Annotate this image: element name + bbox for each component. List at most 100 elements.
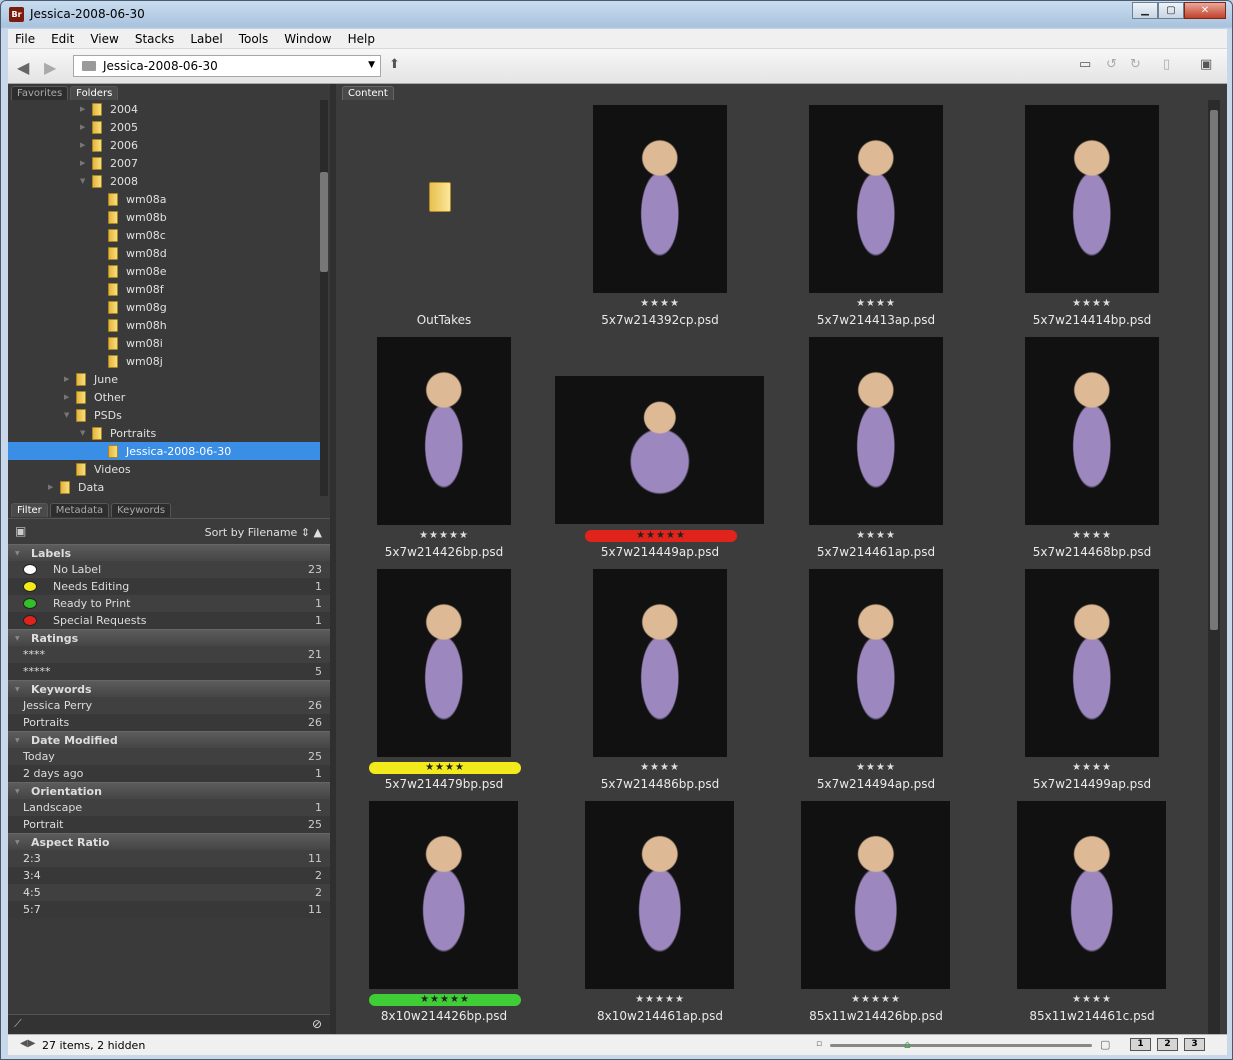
rating-stars[interactable]: ★★★★★ [768,994,984,1005]
filter-row[interactable]: Ready to Print 1 [8,595,330,612]
filter-row[interactable]: Needs Editing 1 [8,578,330,595]
zoom-in-icon[interactable]: ▢ [1100,1038,1110,1051]
filter-row[interactable]: 2:3 11 [8,850,330,867]
thumbnail-filename[interactable]: 8x10w214461ap.psd [552,1009,768,1023]
folder-jessica-2008-06-30[interactable]: Jessica-2008-06-30 [8,442,320,460]
thumbnail-filename[interactable]: 5x7w214499ap.psd [984,777,1200,791]
filter-row[interactable]: 4:5 2 [8,884,330,901]
folder-wm08h[interactable]: wm08h [96,316,167,334]
rating-stars[interactable]: ★★★★ [768,530,984,541]
rating-stars[interactable]: ★★★★ [369,762,521,774]
image-thumbnail[interactable]: ★★★★ 5x7w214499ap.psd [984,568,1200,800]
rating-stars[interactable]: ★★★★★ [336,530,552,541]
filter-category-aspect-ratio[interactable]: Aspect Ratio [8,833,330,851]
folder-psds[interactable]: ▼ PSDs [64,406,122,424]
filter-row[interactable]: 2 days ago 1 [8,765,330,782]
thumbnail-filename[interactable]: 5x7w214479bp.psd [336,777,552,791]
dropdown-icon[interactable]: ▼ [368,60,375,70]
thumbnail-filename[interactable]: 5x7w214468bp.psd [984,545,1200,559]
image-thumbnail[interactable]: ★★★★ 85x11w214461c.psd [984,800,1200,1032]
expand-arrow-icon[interactable]: ▼ [80,429,92,437]
rating-stars[interactable]: ★★★★ [768,298,984,309]
image-thumbnail[interactable]: ★★★★ 5x7w214413ap.psd [768,104,984,336]
filter-category-orientation[interactable]: Orientation [8,782,330,800]
filter-row[interactable]: Portraits 26 [8,714,330,731]
filter-category-keywords[interactable]: Keywords [8,680,330,698]
folder-wm08c[interactable]: wm08c [96,226,166,244]
folder-wm08g[interactable]: wm08g [96,298,167,316]
tab-filter[interactable]: Filter [11,503,48,517]
folder-2006[interactable]: ▶ 2006 [80,136,138,154]
thumbnail-filename[interactable]: 5x7w214414bp.psd [984,313,1200,327]
filter-row[interactable]: Landscape 1 [8,799,330,816]
menu-help[interactable]: Help [348,32,375,46]
expand-arrow-icon[interactable]: ▶ [80,159,92,167]
image-thumbnail[interactable]: ★★★★★ 8x10w214461ap.psd [552,800,768,1032]
folder-wm08i[interactable]: wm08i [96,334,163,352]
slider-handle[interactable]: ⌂ [904,1038,911,1051]
rating-stars[interactable]: ★★★★★ [369,994,521,1006]
tab-keywords[interactable]: Keywords [111,503,172,517]
filter-row[interactable]: 5:7 11 [8,901,330,918]
rating-stars[interactable]: ★★★★ [552,762,768,773]
image-thumbnail[interactable]: ★★★★ 5x7w214392cp.psd [552,104,768,336]
folder-scroll-thumb[interactable] [320,172,328,272]
folder-wm08b[interactable]: wm08b [96,208,167,226]
rating-stars[interactable]: ★★★★ [984,994,1200,1005]
filter-icon[interactable]: ▣ [15,524,26,538]
filter-row[interactable]: 3:4 2 [8,867,330,884]
expand-arrow-icon[interactable]: ▼ [64,411,76,419]
filter-category-labels[interactable]: Labels [8,544,330,562]
tab-favorites[interactable]: Favorites [11,86,69,100]
menu-file[interactable]: File [15,32,35,46]
filter-row[interactable]: No Label 23 [8,561,330,578]
zoom-out-icon[interactable]: ▫ [816,1039,822,1049]
expand-arrow-icon[interactable]: ▶ [80,105,92,113]
folder-other[interactable]: ▶ Other [64,388,125,406]
menu-stacks[interactable]: Stacks [135,32,174,46]
filter-row[interactable]: **** 21 [8,646,330,663]
panel-toggle-icon[interactable]: ◀▶ [20,1038,35,1049]
rating-stars[interactable]: ★★★★★ [552,994,768,1005]
new-folder-icon[interactable]: ▭ [1079,57,1091,72]
folder-thumbnail[interactable]: OutTakes [336,104,552,336]
thumbnail-filename[interactable]: 5x7w214426bp.psd [336,545,552,559]
up-folder-icon[interactable]: ⬆ [389,57,400,72]
image-thumbnail[interactable]: ★★★★★ 8x10w214426bp.psd [336,800,552,1032]
image-thumbnail[interactable]: ★★★★ 5x7w214479bp.psd [336,568,552,800]
pin-icon[interactable]: ⟋ [14,1017,22,1031]
thumbnail-filename[interactable]: 8x10w214426bp.psd [336,1009,552,1023]
compact-mode-icon[interactable]: ▣ [1200,57,1212,72]
folder-2005[interactable]: ▶ 2005 [80,118,138,136]
thumbnail-filename[interactable]: 5x7w214413ap.psd [768,313,984,327]
image-thumbnail[interactable]: ★★★★ 5x7w214486bp.psd [552,568,768,800]
menu-tools[interactable]: Tools [239,32,269,46]
filter-category-ratings[interactable]: Ratings [8,629,330,647]
forward-icon[interactable]: ▶ [44,58,56,77]
rating-stars[interactable]: ★★★★ [984,298,1200,309]
thumbnail-size-slider[interactable]: ⌂ [830,1038,1092,1051]
tab-content[interactable]: Content [342,86,394,100]
expand-arrow-icon[interactable]: ▶ [80,123,92,131]
maximize-button[interactable]: ▢ [1158,2,1184,19]
folder-wm08f[interactable]: wm08f [96,280,164,298]
thumbnail-filename[interactable]: 5x7w214392cp.psd [552,313,768,327]
thumbnail-filename[interactable]: 5x7w214461ap.psd [768,545,984,559]
view-filmstrip-button[interactable]: 2 [1157,1038,1178,1051]
folder-2004[interactable]: ▶ 2004 [80,100,138,118]
content-scroll-thumb[interactable] [1210,110,1218,630]
content-scrollbar[interactable] [1208,100,1220,1034]
thumbnail-filename[interactable]: 85x11w214461c.psd [984,1009,1200,1023]
folder-2007[interactable]: ▶ 2007 [80,154,138,172]
folder-2008[interactable]: ▼ 2008 [80,172,138,190]
filter-category-date-modified[interactable]: Date Modified [8,731,330,749]
filter-row[interactable]: ***** 5 [8,663,330,680]
image-thumbnail[interactable]: ★★★★ 5x7w214494ap.psd [768,568,984,800]
image-thumbnail[interactable]: ★★★★★ 85x11w214426bp.psd [768,800,984,1032]
rotate-right-icon[interactable]: ↻ [1130,57,1141,72]
image-thumbnail[interactable]: ★★★★ 5x7w214468bp.psd [984,336,1200,568]
filter-row[interactable]: Portrait 25 [8,816,330,833]
image-thumbnail[interactable]: ★★★★ 5x7w214414bp.psd [984,104,1200,336]
view-metadata-button[interactable]: 3 [1184,1038,1205,1051]
expand-arrow-icon[interactable]: ▶ [80,141,92,149]
